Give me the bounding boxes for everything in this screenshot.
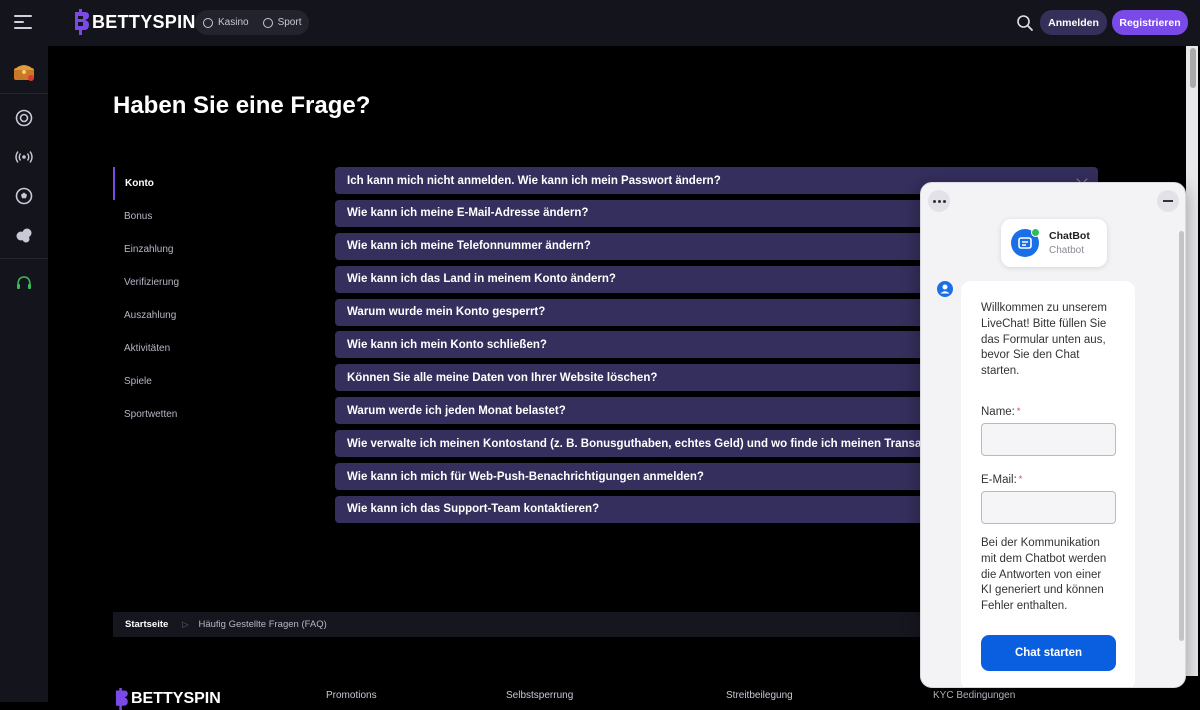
soccer-ball-icon [262,17,273,28]
logo-text: BETTYSPIN [92,11,196,32]
search-icon[interactable] [1016,14,1034,32]
nav-kasino-label: Kasino [218,17,249,28]
sidebar-divider [0,93,48,94]
product-toggle: Kasino Sport [195,10,310,35]
faq-question: Warum wurde mein Konto gesperrt? [347,306,546,319]
prechat-form: Willkommen zu unserem LiveChat! Bitte fü… [961,281,1135,687]
category-einzahlung[interactable]: Einzahlung [113,233,313,266]
category-bonus[interactable]: Bonus [113,200,313,233]
nav-kasino[interactable]: Kasino [203,17,249,28]
chatbot-name: ChatBot [1049,230,1090,242]
top-bar: BETTYSPIN Kasino Sport Anmelden Registri… [0,0,1200,46]
ai-disclaimer: Bei der Kommunikation mit dem Chatbot we… [981,536,1107,613]
category-aktivitaeten[interactable]: Aktivitäten [113,332,313,365]
chat-widget: ChatBot Chatbot Willkommen zu unserem Li… [920,182,1186,688]
roulette-icon[interactable] [14,108,34,128]
sidebar-divider [0,258,48,259]
faq-question: Wie kann ich mich für Web-Push-Benachric… [347,470,704,483]
faq-question: Wie kann ich das Support-Team kontaktier… [347,503,600,516]
logo-dollar-icon [72,9,90,35]
name-input[interactable] [981,422,1116,456]
category-konto[interactable]: Konto [113,167,313,200]
footer-logo-text: BETTYSPIN [131,690,221,707]
page-scrollbar-thumb[interactable] [1190,48,1196,88]
left-sidebar [0,46,48,702]
start-chat-button[interactable]: Chat starten [981,635,1116,671]
page-title: Haben Sie eine Frage? [113,92,371,119]
treasure-chest-icon[interactable] [11,58,37,84]
footer-logo[interactable]: BETTYSPIN [113,688,221,710]
online-status-dot [1031,228,1040,237]
chatbot-header: ChatBot Chatbot [1001,219,1107,267]
category-verifizierung[interactable]: Verifizierung [113,266,313,299]
faq-question: Wie kann ich meine Telefonnummer ändern? [347,240,591,253]
email-input[interactable] [981,490,1116,524]
faq-question: Wie kann ich das Land in meinem Konto än… [347,273,616,286]
footer-link-promotions[interactable]: Promotions [326,690,377,701]
nav-sport[interactable]: Sport [262,17,302,28]
category-auszahlung[interactable]: Auszahlung [113,299,313,332]
chatbot-role: Chatbot [1049,245,1085,256]
register-button[interactable]: Registrieren [1112,10,1188,35]
faq-question: Wie verwalte ich meinen Kontostand (z. B… [347,437,928,450]
nav-sport-label: Sport [277,17,302,28]
category-spiele[interactable]: Spiele [113,365,313,398]
chatbot-small-avatar [937,281,953,297]
chatbot-avatar [1011,228,1040,257]
breadcrumb-home[interactable]: Startseite [125,619,168,630]
faq-category-list: Konto Bonus Einzahlung Verifizierung Aus… [113,167,313,431]
more-options-icon[interactable] [928,190,950,212]
faq-question: Ich kann mich nicht anmelden. Wie kann i… [347,174,721,187]
welcome-message: Willkommen zu unserem LiveChat! Bitte fü… [981,302,1107,378]
logo[interactable]: BETTYSPIN [72,9,196,35]
soccer-ball-icon[interactable] [14,186,34,206]
footer-link-streitbeilegung[interactable]: Streitbeilegung [726,690,793,701]
footer-link-kyc[interactable]: KYC Bedingungen [933,690,1015,701]
faq-question: Wie kann ich mein Konto schließen? [347,338,547,351]
faq-question: Warum werde ich jeden Monat belastet? [347,404,566,417]
minimize-icon[interactable] [1157,190,1179,212]
live-broadcast-icon[interactable] [14,147,34,167]
casino-chip-icon [203,17,213,28]
faq-question: Können Sie alle meine Daten von Ihrer We… [347,371,658,384]
hamburger-menu-icon[interactable] [14,15,32,31]
chat-scrollbar[interactable] [1179,231,1184,641]
support-headset-icon[interactable] [14,273,34,293]
poker-chips-icon[interactable] [14,225,34,245]
login-button[interactable]: Anmelden [1040,10,1107,35]
footer-link-selbstsperrung[interactable]: Selbstsperrung [506,690,573,701]
name-label: Name: * [981,405,1021,418]
page-scrollbar[interactable] [1186,46,1198,676]
breadcrumb-current: Häufig Gestellte Fragen (FAQ) [198,619,327,630]
faq-question: Wie kann ich meine E-Mail-Adresse ändern… [347,207,589,220]
breadcrumb-separator-icon: ▷ [182,620,189,629]
email-label: E-Mail: * [981,473,1023,486]
logo-dollar-icon [115,688,128,710]
category-sportwetten[interactable]: Sportwetten [113,398,313,431]
